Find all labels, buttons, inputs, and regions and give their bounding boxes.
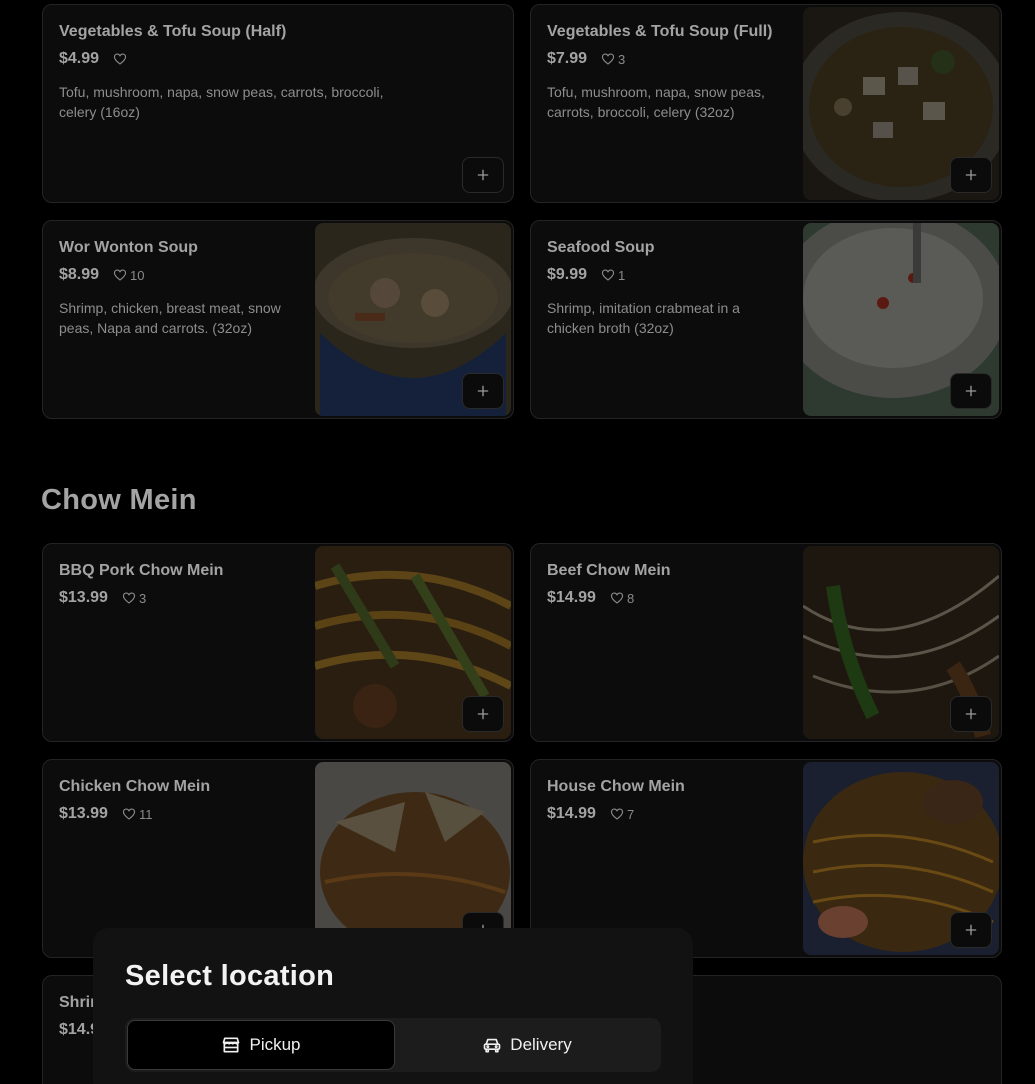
item-name: Wor Wonton Soup [59, 239, 198, 256]
like-count: 1 [618, 267, 626, 283]
plus-icon [963, 922, 979, 938]
item-description: Shrimp, chicken, breast meat, snow peas,… [59, 300, 281, 336]
item-name: Vegetables & Tofu Soup (Full) [547, 23, 773, 40]
item-description: Shrimp, imitation crabmeat in a chicken … [547, 300, 740, 336]
like-count: 8 [626, 590, 635, 606]
fulfillment-toggle: Pickup Delivery [125, 1018, 661, 1072]
item-name: Chicken Chow Mein [59, 778, 211, 795]
like-button[interactable]: 7 [610, 807, 634, 822]
plus-icon [963, 167, 979, 183]
heart-icon [610, 591, 624, 605]
panel-title: Select location [125, 960, 335, 992]
item-price: $14.99 [547, 589, 596, 606]
add-to-cart-button[interactable] [462, 373, 504, 409]
car-icon [483, 1038, 501, 1053]
add-to-cart-button[interactable] [950, 912, 992, 948]
item-description: Tofu, mushroom, napa, snow peas, carrots… [59, 84, 384, 120]
add-to-cart-button[interactable] [462, 696, 504, 732]
item-price: $14.99 [547, 805, 596, 822]
item-name: BBQ Pork Chow Mein [59, 562, 224, 579]
heart-icon [122, 807, 136, 821]
like-button[interactable]: 11 [122, 806, 153, 822]
plus-icon [963, 706, 979, 722]
item-price: $9.99 [547, 266, 588, 283]
item-price: $4.99 [59, 50, 100, 67]
item-name: Seafood Soup [547, 239, 655, 256]
heart-icon [601, 268, 615, 282]
like-button[interactable]: 1 [601, 268, 625, 283]
menu-item-card[interactable]: Wor Wonton Soup $8.99 10 Shrimp, chicken… [42, 220, 514, 419]
location-selector-panel: Select location Pickup Delivery [93, 928, 693, 1084]
add-to-cart-button[interactable] [950, 696, 992, 732]
menu-item-card[interactable]: Vegetables & Tofu Soup (Half) $4.99 Tofu… [42, 4, 514, 203]
pickup-label: Pickup [249, 1035, 301, 1054]
like-count: 10 [130, 267, 145, 283]
item-price: $7.99 [547, 50, 588, 67]
like-button[interactable]: 10 [113, 267, 145, 283]
delivery-label: Delivery [510, 1035, 572, 1054]
menu-item-card[interactable]: Beef Chow Mein $14.99 8 [530, 543, 1002, 742]
store-icon [223, 1037, 240, 1053]
section-title: Chow Mein [41, 484, 197, 516]
item-name: Vegetables & Tofu Soup (Half) [59, 23, 287, 40]
heart-icon [601, 52, 615, 66]
like-button[interactable] [113, 52, 130, 66]
plus-icon [475, 706, 491, 722]
item-name: Beef Chow Mein [547, 562, 671, 579]
heart-icon [610, 807, 624, 821]
add-to-cart-button[interactable] [462, 157, 504, 193]
like-count: 7 [626, 806, 635, 822]
like-count: 3 [618, 51, 626, 67]
heart-icon [113, 268, 127, 282]
plus-icon [475, 383, 491, 399]
like-button[interactable]: 3 [601, 52, 625, 67]
like-count: 11 [138, 806, 153, 822]
like-button[interactable]: 3 [122, 591, 146, 606]
item-price: $13.99 [59, 589, 108, 606]
like-count: 3 [138, 590, 147, 606]
add-to-cart-button[interactable] [950, 373, 992, 409]
item-price: $13.99 [59, 805, 108, 822]
item-description: Tofu, mushroom, napa, snow peas, carrots… [547, 84, 765, 120]
like-button[interactable]: 8 [610, 591, 634, 606]
delivery-button[interactable]: Delivery [395, 1020, 659, 1070]
heart-icon [122, 591, 136, 605]
plus-icon [963, 383, 979, 399]
pickup-button[interactable]: Pickup [127, 1020, 395, 1070]
menu-item-card[interactable]: BBQ Pork Chow Mein $13.99 3 [42, 543, 514, 742]
plus-icon [475, 167, 491, 183]
menu-item-card[interactable]: Seafood Soup $9.99 1 Shrimp, imitation c… [530, 220, 1002, 419]
item-price: $8.99 [59, 266, 100, 283]
menu-item-card[interactable]: Vegetables & Tofu Soup (Full) $7.99 3 To… [530, 4, 1002, 203]
heart-icon [113, 52, 127, 66]
item-name: House Chow Mein [547, 778, 685, 795]
add-to-cart-button[interactable] [950, 157, 992, 193]
